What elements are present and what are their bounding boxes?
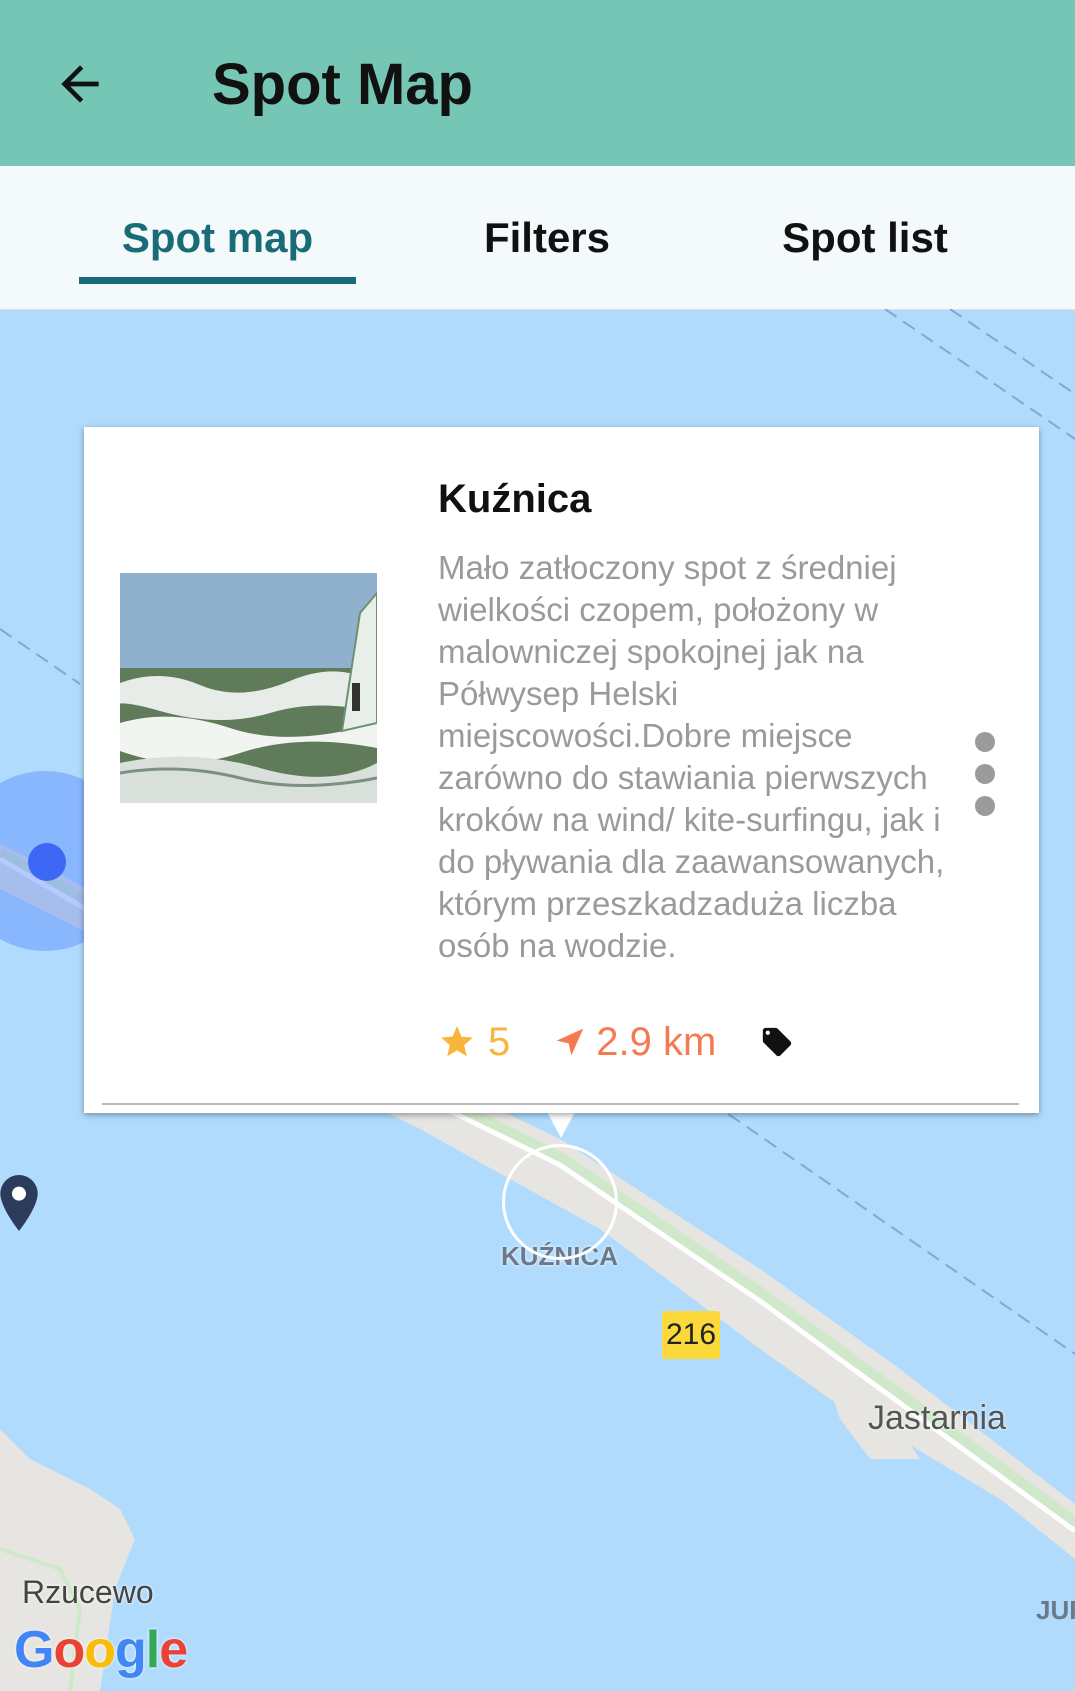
page-title: Spot Map — [212, 52, 473, 117]
navigation-arrow-icon — [556, 1028, 584, 1056]
road-number-badge: 216 — [662, 1311, 720, 1359]
map-label-jastarnia: Jastarnia — [868, 1399, 1006, 1437]
map-label-rzucewo: Rzucewo — [22, 1574, 154, 1610]
google-logo: Google — [14, 1621, 188, 1679]
tab-spot-list[interactable]: Spot list — [740, 166, 990, 309]
spot-photo[interactable] — [120, 573, 377, 803]
map-pin-icon — [0, 1175, 38, 1231]
card-pointer — [546, 1110, 576, 1138]
spot-tags-button[interactable] — [760, 1025, 794, 1059]
spot-distance: 2.9 km — [554, 1020, 716, 1065]
spot-description: Mało zatłoczony spot z średniej wielkośc… — [438, 549, 945, 964]
tag-icon — [763, 1027, 792, 1057]
spot-meta-row: 5 2.9 km — [438, 1017, 838, 1067]
card-divider — [102, 1103, 1019, 1105]
star-icon — [441, 1026, 473, 1057]
distance-value: 2.9 km — [596, 1019, 717, 1064]
more-vertical-icon-dot — [975, 732, 995, 752]
tab-filters[interactable]: Filters — [430, 166, 664, 309]
more-vertical-icon-dot — [975, 796, 995, 816]
spot-info-card[interactable]: Kuźnica Mało zatłoczony spot z średniej … — [84, 427, 1039, 1113]
my-location-dot[interactable] — [28, 843, 66, 881]
more-vertical-icon-dot — [975, 764, 995, 784]
windsurfing-photo — [120, 573, 377, 803]
spot-title: Kuźnica — [438, 477, 592, 521]
rating-value: 5 — [488, 1019, 511, 1064]
app-bar: Spot Map — [0, 0, 1075, 166]
tab-spot-map[interactable]: Spot map — [79, 166, 356, 309]
active-tab-indicator — [79, 277, 356, 284]
tab-bar: Spot map Filters Spot list — [0, 166, 1075, 310]
arrow-left-icon — [61, 65, 99, 103]
back-button[interactable] — [40, 44, 120, 124]
spot-rating: 5 — [438, 1020, 510, 1065]
spot-marker[interactable] — [502, 1144, 618, 1260]
more-options-button[interactable] — [970, 732, 1000, 816]
map-label-jur: JUR — [1036, 1595, 1075, 1625]
